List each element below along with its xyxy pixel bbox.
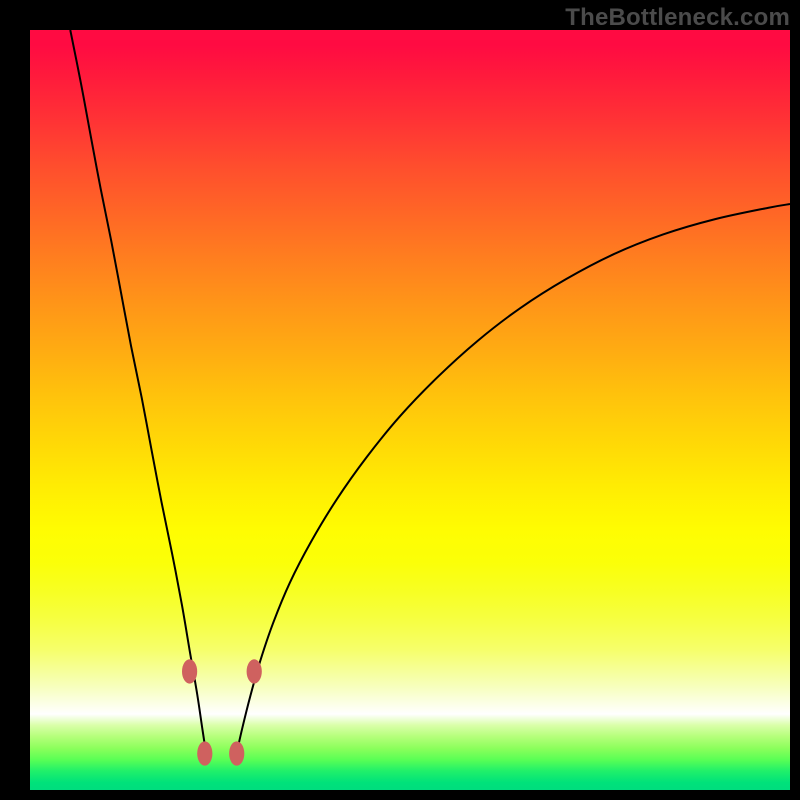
chart-plot-area xyxy=(30,30,790,790)
right-branch-curve xyxy=(235,204,790,760)
left-branch-curve xyxy=(70,30,207,760)
watermark-text: TheBottleneck.com xyxy=(565,4,790,32)
data-marker xyxy=(182,659,197,683)
curve-layer xyxy=(30,30,790,790)
marker-group xyxy=(182,659,262,765)
data-marker xyxy=(247,659,262,683)
data-marker xyxy=(229,741,244,765)
data-marker xyxy=(197,741,212,765)
